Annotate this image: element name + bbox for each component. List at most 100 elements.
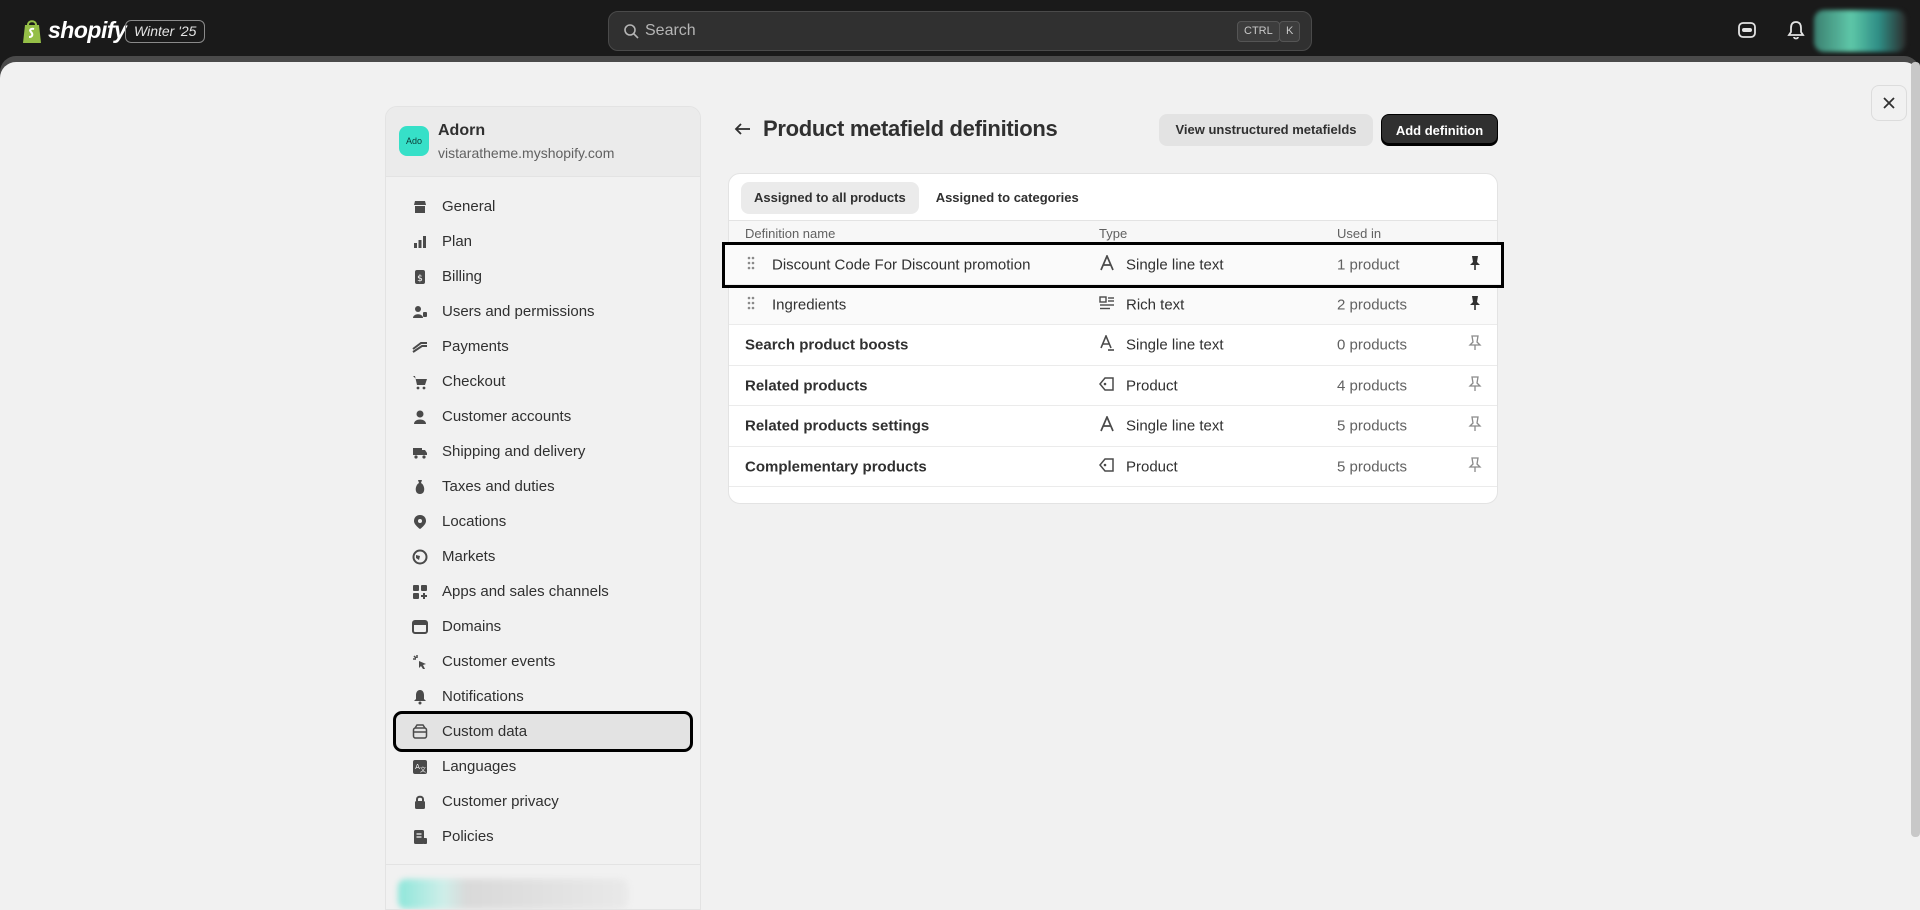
sidebar-item-markets[interactable]: Markets (396, 539, 690, 574)
sidebar-item-label: Customer privacy (442, 793, 559, 810)
sidebar-item-policies[interactable]: Policies (396, 819, 690, 854)
product-tag-icon (1099, 457, 1115, 477)
pin-icon[interactable] (1468, 255, 1482, 275)
settings-nav: General Plan $ Billing Users and permissions… (386, 177, 700, 854)
sidebar-item-general[interactable]: General (396, 189, 690, 224)
sidebar-item-customer-events[interactable]: Customer events (396, 644, 690, 679)
pin-icon[interactable] (1468, 456, 1482, 477)
used-in-count: 5 products (1337, 458, 1408, 475)
back-arrow-icon[interactable] (734, 121, 752, 137)
domain-icon (412, 619, 428, 635)
text-icon (1099, 414, 1115, 436)
definition-type: Product (1126, 377, 1178, 394)
store-header[interactable]: Ado Adorn vistaratheme.myshopify.com (386, 107, 700, 177)
globe-icon (412, 549, 428, 565)
shopify-bag-icon (23, 19, 41, 43)
sidebar-item-label: Custom data (442, 723, 528, 740)
definition-name: Related products (745, 377, 868, 394)
sidebar-item-locations[interactable]: Locations (396, 504, 690, 539)
sidebar-item-custom-data[interactable]: Custom data (393, 711, 693, 752)
used-in-count: 1 product (1337, 256, 1400, 273)
sidebar-item-label: Checkout (442, 373, 506, 390)
close-button[interactable] (1871, 85, 1907, 121)
pin-icon[interactable] (1468, 416, 1482, 436)
used-in-count: 4 products (1337, 377, 1408, 394)
pin-icon[interactable] (1468, 295, 1482, 315)
tab-assigned-all[interactable]: Assigned to all products (741, 182, 919, 214)
add-definition-button[interactable]: Add definition (1381, 114, 1498, 146)
table-row[interactable]: Related products Product 4 products (729, 366, 1497, 406)
table-row[interactable]: Complementary products Product 5 products (729, 447, 1497, 487)
sidebar-item-languages[interactable]: A 文 Languages (396, 749, 690, 784)
table-row[interactable]: Search product boosts Single line text 0 p… (729, 325, 1497, 366)
sidebar-item-label: Policies (442, 828, 494, 845)
sidebar-item-label: Payments (442, 338, 509, 355)
sidebar-item-label: Customer events (442, 653, 556, 670)
payments-icon (412, 339, 428, 355)
sidebar-item-label: Shipping and delivery (442, 443, 586, 460)
pin-icon[interactable] (1468, 375, 1482, 396)
close-icon (1883, 97, 1895, 109)
store-icon (412, 199, 428, 215)
store-url: vistaratheme.myshopify.com (438, 145, 615, 161)
bell-icon (412, 689, 428, 705)
cart-icon (412, 374, 428, 390)
table-row[interactable]: Related products settings Single line tex… (729, 406, 1497, 447)
sidebar-item-taxes-and-duties[interactable]: Taxes and duties (396, 469, 690, 504)
kbd-ctrl: CTRL (1237, 21, 1280, 42)
sidebar-item-label: General (442, 198, 496, 215)
definition-type: Rich text (1126, 296, 1185, 313)
sidebar-item-label: Domains (442, 618, 502, 635)
definition-name: Related products settings (745, 417, 930, 435)
shopify-logo[interactable]: shopify (22, 17, 127, 44)
drag-handle-icon[interactable] (747, 256, 755, 274)
store-avatar: Ado (399, 126, 429, 156)
definition-name: Complementary products (745, 458, 927, 475)
truck-icon (412, 444, 428, 460)
sidebar-item-label: Markets (442, 548, 496, 565)
sidebar-item-billing[interactable]: $ Billing (396, 259, 690, 294)
person-icon (412, 409, 428, 425)
definition-type: Product (1126, 458, 1178, 475)
sidebar-item-plan[interactable]: Plan (396, 224, 690, 259)
sidebar-item-domains[interactable]: Domains (396, 609, 690, 644)
settings-sidebar: Ado Adorn vistaratheme.myshopify.com Gen… (385, 106, 701, 910)
used-in-count: 2 products (1337, 296, 1408, 313)
table-row[interactable]: Discount Code For Discount promotion Sing… (722, 242, 1504, 288)
edition-badge[interactable]: Winter '25 (125, 20, 206, 43)
view-unstructured-button[interactable]: View unstructured metafields (1159, 114, 1373, 146)
drag-handle-icon[interactable] (747, 296, 755, 314)
sidebar-item-shipping-and-delivery[interactable]: Shipping and delivery (396, 434, 690, 469)
sidebar-item-users-and-permissions[interactable]: Users and permissions (396, 294, 690, 329)
product-tag-icon (1099, 376, 1115, 396)
sidebar-item-notifications[interactable]: Notifications (396, 679, 690, 714)
search-input[interactable]: Search CTRL K (608, 11, 1312, 51)
billing-icon: $ (412, 269, 428, 285)
sidebar-item-checkout[interactable]: Checkout (396, 364, 690, 399)
tax-icon (412, 479, 428, 495)
tab-assigned-categories[interactable]: Assigned to categories (923, 182, 1092, 214)
sidebar-item-customer-privacy[interactable]: Customer privacy (396, 784, 690, 819)
definition-name: Discount Code For Discount promotion (772, 256, 1031, 273)
sidebar-item-payments[interactable]: Payments (396, 329, 690, 364)
sidebar-item-label: Plan (442, 233, 473, 250)
sidebar-item-label: Taxes and duties (442, 478, 555, 495)
kbd-k: K (1279, 21, 1301, 42)
blurred-user-info[interactable] (398, 879, 628, 909)
table-row[interactable]: Ingredients Rich text 2 products (729, 285, 1497, 325)
used-in-count: 0 products (1337, 336, 1408, 354)
user-avatar[interactable] (1814, 10, 1906, 52)
svg-text:文: 文 (420, 766, 426, 774)
definition-type: Single line text (1126, 256, 1224, 273)
top-bar: shopify Winter '25 Search CTRL K (0, 0, 1920, 62)
pin-icon[interactable] (1468, 335, 1482, 355)
sidebar-item-customer-accounts[interactable]: Customer accounts (396, 399, 690, 434)
assistant-icon[interactable] (1737, 20, 1757, 40)
sidebar-item-label: Apps and sales channels (442, 583, 609, 600)
search-placeholder: Search (645, 22, 696, 39)
scrollbar[interactable] (1911, 62, 1920, 837)
bell-icon[interactable] (1786, 20, 1806, 40)
sidebar-item-apps-and-sales-channels[interactable]: Apps and sales channels (396, 574, 690, 609)
policy-icon (412, 829, 428, 845)
svg-text:$: $ (417, 274, 423, 284)
